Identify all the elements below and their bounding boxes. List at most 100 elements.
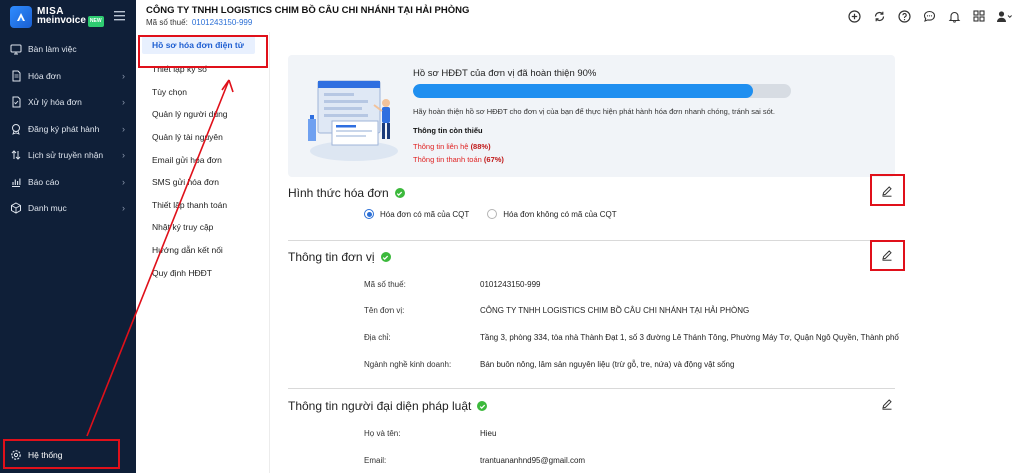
annotation-box-edit-invoice-type	[870, 174, 905, 206]
submenu-item[interactable]: Quản lý tài nguyên	[136, 126, 269, 149]
help-icon[interactable]	[896, 8, 912, 24]
settings-submenu: Hồ sơ hóa đơn điện tử Thiết lập ký số Tùy…	[136, 32, 270, 473]
sidebar-item-report[interactable]: Báo cáo ›	[0, 169, 136, 196]
completion-description: Hãy hoàn thiện hồ sơ HĐĐT cho đơn vị của…	[413, 107, 775, 116]
apps-grid-icon[interactable]	[971, 8, 987, 24]
sidebar-item-catalog[interactable]: Danh mục ›	[0, 195, 136, 222]
sidebar-item-label: Hóa đơn	[28, 70, 61, 81]
address-field-label: Địa chỉ:	[364, 333, 391, 342]
new-badge: NEW	[87, 16, 104, 27]
address-field-value: Tầng 3, phòng 334, tòa nhà Thành Đạt 1, …	[480, 333, 899, 342]
check-circle-icon	[380, 252, 391, 262]
submenu-item[interactable]: Nhật ký truy cập	[136, 216, 269, 239]
sync-icon[interactable]	[871, 8, 887, 24]
sidebar-item-label: Lịch sử truyền nhận	[28, 150, 104, 161]
main-content: Hồ sơ HĐĐT của đơn vị đã hoàn thiện 90% …	[271, 32, 1024, 473]
missing-payment-info-link[interactable]: Thông tin thanh toán (67%)	[413, 155, 504, 164]
logo-icon	[10, 6, 32, 28]
completion-progress-fill	[413, 84, 754, 98]
sidebar-item-label: Đăng ký phát hành	[28, 123, 100, 134]
monitor-icon	[10, 43, 22, 55]
submenu-item[interactable]: Email gửi hóa đơn	[136, 148, 269, 171]
rep-email-field-value: trantuananhnd95@gmail.com	[480, 456, 586, 465]
unit-info-section-title: Thông tin đơn vị	[288, 250, 391, 264]
top-header: CÔNG TY TNHH LOGISTICS CHIM BỒ CÂU CHI N…	[136, 0, 1024, 32]
invoice-type-title: Hình thức hóa đơn	[288, 186, 389, 200]
legal-rep-title: Thông tin người đại diện pháp luật	[288, 399, 472, 413]
missing-contact-label: Thông tin liên hệ	[413, 142, 469, 151]
radio-invoice-without-code-label: Hóa đơn không có mã của CQT	[503, 209, 617, 219]
main-sidebar: MISA meinvoice NEW Bàn làm việc Hóa đơn › Xử…	[0, 0, 136, 473]
invoice-type-radio-group: Hóa đơn có mã của CQT Hóa đơn không có m…	[364, 209, 617, 219]
sidebar-item-invoice[interactable]: Hóa đơn ›	[0, 63, 136, 90]
chevron-right-icon: ›	[122, 176, 125, 187]
radio-unselected-icon	[487, 209, 498, 219]
tax-code-field-value: 0101243150-999	[480, 280, 541, 289]
missing-contact-info-link[interactable]: Thông tin liên hệ (88%)	[413, 142, 491, 151]
sidebar-item-label: Xử lý hóa đơn	[28, 97, 82, 108]
submenu-item[interactable]: Quy định HĐĐT	[136, 261, 269, 284]
submenu-item[interactable]: Hướng dẫn kết nối	[136, 239, 269, 262]
sidebar-item-label: Báo cáo	[28, 176, 60, 187]
sidebar-item-monitor[interactable]: Bàn làm việc	[0, 36, 136, 63]
radio-invoice-without-code[interactable]: Hóa đơn không có mã của CQT	[487, 209, 617, 219]
annotation-box-profile-menu	[138, 35, 268, 68]
logo-line2: meinvoice	[37, 15, 86, 26]
misa-logo[interactable]: MISA meinvoice NEW	[10, 6, 104, 28]
annotation-box-edit-unit-info	[870, 240, 905, 271]
completion-title: Hồ sơ HĐĐT của đơn vị đã hoàn thiện 90%	[413, 68, 597, 79]
submenu-item[interactable]: Tùy chọn	[136, 81, 269, 104]
sidebar-menu: Bàn làm việc Hóa đơn › Xử lý hóa đơn › Đăng k…	[0, 36, 136, 222]
legal-rep-section-title: Thông tin người đại diện pháp luật	[288, 399, 488, 413]
edit-legal-rep-button[interactable]	[879, 396, 895, 412]
radio-invoice-with-code[interactable]: Hóa đơn có mã của CQT	[364, 209, 469, 219]
report-icon	[10, 176, 22, 188]
section-divider	[288, 388, 895, 389]
tax-code-field-label: Mã số thuế:	[364, 280, 406, 289]
transfer-history-icon	[10, 149, 22, 161]
radio-selected-icon	[364, 209, 374, 219]
annotation-box-system-menu	[3, 439, 120, 469]
tax-code-label: Mã số thuế:	[146, 18, 188, 27]
check-circle-icon	[477, 401, 488, 411]
catalog-icon	[10, 202, 22, 214]
bell-icon[interactable]	[946, 8, 962, 24]
invoice-icon	[10, 70, 22, 82]
process-invoice-icon	[10, 96, 22, 108]
missing-info-heading: Thông tin còn thiếu	[413, 126, 483, 135]
completion-progress-bar	[413, 84, 791, 98]
unit-info-title: Thông tin đơn vị	[288, 250, 375, 264]
radio-invoice-with-code-label: Hóa đơn có mã của CQT	[380, 209, 470, 219]
invoice-type-section-title: Hình thức hóa đơn	[288, 186, 405, 200]
rep-name-field-label: Họ và tên:	[364, 429, 401, 438]
user-avatar-icon[interactable]	[996, 8, 1012, 24]
hamburger-menu-icon[interactable]	[114, 11, 125, 24]
chevron-right-icon: ›	[122, 97, 125, 107]
chevron-right-icon: ›	[122, 70, 125, 81]
sidebar-item-label: Danh mục	[28, 203, 67, 214]
chat-icon[interactable]	[921, 8, 937, 24]
tax-code-value[interactable]: 0101243150-999	[192, 18, 253, 27]
missing-payment-label: Thông tin thanh toán	[413, 155, 482, 164]
chevron-right-icon: ›	[122, 203, 125, 213]
business-field-label: Ngành nghề kinh doanh:	[364, 360, 452, 369]
sidebar-item-register[interactable]: Đăng ký phát hành ›	[0, 116, 136, 143]
profile-completion-banner: Hồ sơ HĐĐT của đơn vị đã hoàn thiện 90% …	[288, 55, 895, 177]
add-icon[interactable]	[846, 8, 862, 24]
business-field-value: Bán buôn nông, lâm sản nguyên liệu (trừ …	[480, 360, 735, 369]
sidebar-item-label: Bàn làm việc	[28, 44, 77, 55]
submenu-item[interactable]: Quản lý người dùng	[136, 103, 269, 126]
check-circle-icon	[394, 188, 405, 198]
unit-name-field-value: CÔNG TY TNHH LOGISTICS CHIM BỒ CÂU CHI N…	[480, 306, 750, 315]
submenu-item[interactable]: SMS gửi hóa đơn	[136, 171, 269, 194]
rep-email-field-label: Email:	[364, 456, 387, 465]
submenu-item[interactable]: Thiết lập thanh toán	[136, 194, 269, 217]
pencil-icon	[882, 399, 892, 410]
section-divider	[288, 240, 895, 241]
sidebar-item-transfer-history[interactable]: Lịch sử truyền nhận ›	[0, 142, 136, 169]
rep-name-field-value: Hieu	[480, 429, 497, 438]
missing-payment-pct: (67%)	[483, 155, 504, 164]
sidebar-item-process-invoice[interactable]: Xử lý hóa đơn ›	[0, 89, 136, 116]
unit-name-field-label: Tên đơn vị:	[364, 306, 405, 315]
chevron-right-icon: ›	[122, 123, 125, 134]
